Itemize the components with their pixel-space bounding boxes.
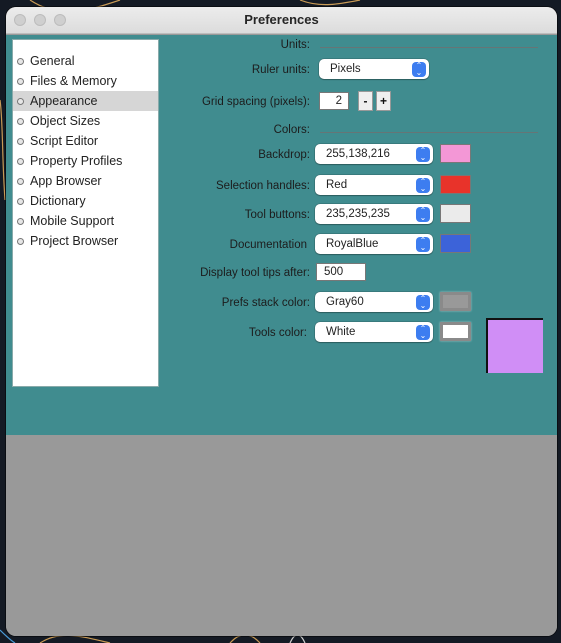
units-section-label: Units: bbox=[280, 39, 310, 51]
tool-buttons-value: 235,235,235 bbox=[326, 208, 390, 220]
sidebar-item-property-profiles[interactable]: Property Profiles bbox=[13, 151, 158, 171]
colors-section-label: Colors: bbox=[273, 124, 310, 136]
grid-spacing-label: Grid spacing (pixels): bbox=[201, 96, 310, 108]
title-bar[interactable]: Preferences bbox=[6, 7, 557, 34]
tooltips-delay-field[interactable]: 500 bbox=[316, 263, 366, 281]
bullet-icon bbox=[17, 238, 24, 245]
tools-color-swatch[interactable] bbox=[440, 322, 471, 341]
sidebar-item-label: Dictionary bbox=[30, 194, 86, 208]
selection-handles-label: Selection handles: bbox=[216, 180, 310, 192]
sidebar-item-files-memory[interactable]: Files & Memory bbox=[13, 71, 158, 91]
selection-handles-select[interactable]: Red ⌃ ⌄ bbox=[315, 175, 433, 195]
sidebar-item-script-editor[interactable]: Script Editor bbox=[13, 131, 158, 151]
units-separator bbox=[320, 47, 538, 48]
selection-handles-color-swatch[interactable] bbox=[440, 175, 471, 194]
tool-buttons-label: Tool buttons: bbox=[244, 209, 310, 221]
sidebar-item-label: Script Editor bbox=[30, 134, 99, 148]
tool-buttons-color-swatch[interactable] bbox=[440, 204, 471, 223]
backdrop-value: 255,138,216 bbox=[326, 148, 390, 160]
bullet-icon bbox=[17, 138, 24, 145]
grid-increment-button[interactable]: + bbox=[376, 91, 391, 111]
sidebar-item-label: Project Browser bbox=[30, 234, 119, 248]
color-preview-swatch bbox=[486, 318, 543, 373]
popup-arrows-icon: ⌃ ⌄ bbox=[412, 62, 426, 77]
popup-arrows-icon: ⌃ ⌄ bbox=[416, 178, 430, 193]
documentation-color-swatch[interactable] bbox=[440, 234, 471, 253]
preferences-sidebar: General Files & Memory Appearance Object… bbox=[12, 39, 159, 387]
prefs-stack-color-swatch[interactable] bbox=[440, 292, 471, 311]
bullet-icon bbox=[17, 78, 24, 85]
bullet-icon bbox=[17, 98, 24, 105]
tools-color-value: White bbox=[326, 326, 356, 338]
preferences-window: Preferences General Files & Memory Appea… bbox=[6, 7, 557, 636]
sidebar-item-general[interactable]: General bbox=[13, 51, 158, 71]
prefs-stack-color-select[interactable]: Gray60 ⌃ ⌄ bbox=[315, 292, 433, 312]
stack-background bbox=[6, 435, 557, 636]
appearance-pane: General Files & Memory Appearance Object… bbox=[6, 35, 557, 435]
sidebar-item-label: App Browser bbox=[30, 174, 102, 188]
sidebar-item-mobile-support[interactable]: Mobile Support bbox=[13, 211, 158, 231]
documentation-value: RoyalBlue bbox=[326, 238, 379, 250]
bullet-icon bbox=[17, 158, 24, 165]
sidebar-item-object-sizes[interactable]: Object Sizes bbox=[13, 111, 158, 131]
bullet-icon bbox=[17, 118, 24, 125]
selection-handles-value: Red bbox=[326, 179, 348, 191]
colors-separator bbox=[320, 132, 538, 133]
popup-arrows-icon: ⌃ ⌄ bbox=[416, 147, 430, 162]
grid-decrement-button[interactable]: - bbox=[358, 91, 373, 111]
prefs-stack-color-label: Prefs stack color: bbox=[221, 297, 310, 309]
bullet-icon bbox=[17, 178, 24, 185]
documentation-label: Documentation bbox=[229, 239, 307, 251]
sidebar-item-project-browser[interactable]: Project Browser bbox=[13, 231, 158, 251]
bullet-icon bbox=[17, 218, 24, 225]
sidebar-item-label: General bbox=[30, 54, 75, 68]
window-title: Preferences bbox=[244, 12, 319, 27]
sidebar-item-label: Object Sizes bbox=[30, 114, 101, 128]
ruler-units-label: Ruler units: bbox=[251, 64, 310, 76]
tools-color-label: Tools color: bbox=[248, 327, 307, 339]
sidebar-item-dictionary[interactable]: Dictionary bbox=[13, 191, 158, 211]
popup-arrows-icon: ⌃ ⌄ bbox=[416, 237, 430, 252]
backdrop-select[interactable]: 255,138,216 ⌃ ⌄ bbox=[315, 144, 433, 164]
grid-spacing-field[interactable]: 2 bbox=[319, 92, 349, 110]
popup-arrows-icon: ⌃ ⌄ bbox=[416, 295, 430, 310]
sidebar-item-label: Property Profiles bbox=[30, 154, 123, 168]
backdrop-label: Backdrop: bbox=[258, 149, 310, 161]
prefs-stack-color-value: Gray60 bbox=[326, 296, 364, 308]
sidebar-item-label: Mobile Support bbox=[30, 214, 115, 228]
sidebar-item-label: Appearance bbox=[30, 94, 98, 108]
bullet-icon bbox=[17, 198, 24, 205]
popup-arrows-icon: ⌃ ⌄ bbox=[416, 325, 430, 340]
sidebar-item-label: Files & Memory bbox=[30, 74, 117, 88]
backdrop-color-swatch[interactable] bbox=[440, 144, 471, 163]
bullet-icon bbox=[17, 58, 24, 65]
ruler-units-value: Pixels bbox=[330, 63, 361, 75]
tooltips-delay-label: Display tool tips after: bbox=[200, 267, 310, 279]
tools-color-select[interactable]: White ⌃ ⌄ bbox=[315, 322, 433, 342]
sidebar-item-app-browser[interactable]: App Browser bbox=[13, 171, 158, 191]
sidebar-item-appearance[interactable]: Appearance bbox=[13, 91, 158, 111]
documentation-select[interactable]: RoyalBlue ⌃ ⌄ bbox=[315, 234, 433, 254]
popup-arrows-icon: ⌃ ⌄ bbox=[416, 207, 430, 222]
ruler-units-select[interactable]: Pixels ⌃ ⌄ bbox=[319, 59, 429, 79]
tool-buttons-select[interactable]: 235,235,235 ⌃ ⌄ bbox=[315, 204, 433, 224]
